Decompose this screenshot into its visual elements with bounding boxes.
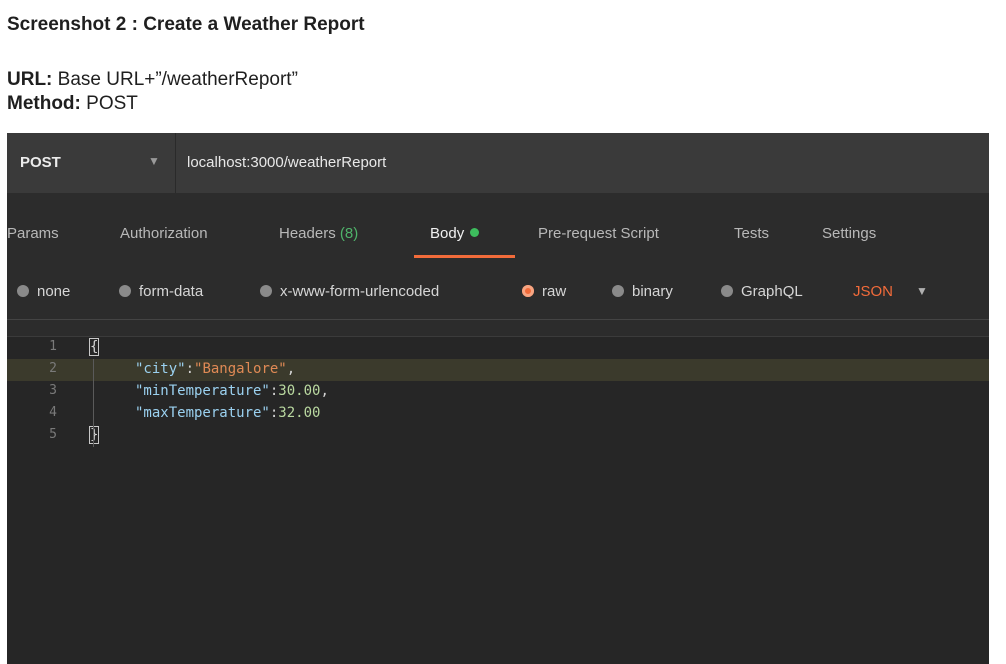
radio-none-label: none bbox=[37, 283, 71, 300]
line-number: 3 bbox=[49, 383, 57, 398]
json-number-value: 30.00 bbox=[278, 383, 321, 399]
tab-tests[interactable]: Tests bbox=[734, 225, 769, 242]
radio-binary[interactable]: binary bbox=[612, 283, 673, 300]
tab-headers[interactable]: Headers (8) bbox=[279, 225, 358, 242]
radio-raw[interactable]: raw bbox=[522, 283, 566, 300]
chevron-down-icon: ▼ bbox=[148, 154, 160, 168]
radio-icon bbox=[260, 285, 272, 297]
radio-binary-label: binary bbox=[632, 283, 673, 300]
editor-line: 4 "maxTemperature":32.00 bbox=[7, 403, 989, 425]
url-value: Base URL+”/weatherReport” bbox=[52, 69, 298, 90]
tab-body-label: Body bbox=[430, 225, 465, 242]
chevron-down-icon[interactable]: ▼ bbox=[916, 284, 928, 298]
radio-icon bbox=[17, 285, 29, 297]
url-key: URL: bbox=[7, 69, 53, 90]
editor-line: 5 } bbox=[7, 425, 989, 447]
line-number: 4 bbox=[49, 405, 57, 420]
json-key: "minTemperature" bbox=[135, 383, 270, 399]
method-select[interactable]: POST ▼ bbox=[7, 133, 176, 193]
tab-prerequest-script[interactable]: Pre-request Script bbox=[538, 225, 659, 242]
tab-body[interactable]: Body bbox=[430, 225, 480, 242]
radio-selected-icon bbox=[522, 285, 534, 297]
close-brace: } bbox=[88, 426, 100, 444]
json-string-value: "Bangalore" bbox=[194, 361, 287, 377]
radio-form-data-label: form-data bbox=[139, 283, 204, 300]
indent-guide bbox=[93, 359, 94, 447]
radio-form-data[interactable]: form-data bbox=[119, 283, 203, 300]
json-comma: , bbox=[320, 383, 329, 399]
radio-x-www-form-urlencoded[interactable]: x-www-form-urlencoded bbox=[260, 283, 439, 300]
request-url-bar: POST ▼ bbox=[7, 133, 989, 193]
tab-headers-label: Headers bbox=[279, 225, 336, 242]
radio-icon bbox=[612, 285, 624, 297]
line-number: 2 bbox=[49, 361, 57, 376]
tab-settings[interactable]: Settings bbox=[822, 225, 876, 242]
code-text: } bbox=[88, 426, 100, 444]
json-key: "maxTemperature" bbox=[135, 405, 270, 421]
json-key: "city" bbox=[135, 361, 186, 377]
editor-line-highlighted: 2 "city":"Bangalore", bbox=[7, 359, 989, 381]
tab-tests-label: Tests bbox=[734, 225, 770, 242]
open-brace: { bbox=[88, 338, 100, 356]
radio-urlencoded-label: x-www-form-urlencoded bbox=[280, 283, 440, 300]
tab-params-label: Params bbox=[7, 225, 59, 242]
postman-request-panel: POST ▼ Params Authorization Headers (8) … bbox=[7, 133, 989, 664]
code-text: "maxTemperature":32.00 bbox=[135, 405, 320, 421]
headers-count-badge: (8) bbox=[339, 225, 359, 242]
radio-graphql[interactable]: GraphQL bbox=[721, 283, 803, 300]
radio-none[interactable]: none bbox=[17, 283, 70, 300]
code-text: "minTemperature":30.00, bbox=[135, 383, 329, 399]
editor-line: 1 { bbox=[7, 337, 989, 359]
tab-authorization-label: Authorization bbox=[120, 225, 208, 242]
tab-settings-label: Settings bbox=[822, 225, 877, 242]
code-editor[interactable]: 1 { 2 "city":"Bangalore", 3 "minTemperat… bbox=[7, 337, 989, 664]
body-status-dot-icon bbox=[470, 228, 480, 237]
url-line: URL: Base URL+”/weatherReport” bbox=[7, 69, 298, 91]
request-tabs: Params Authorization Headers (8) Body Pr… bbox=[7, 193, 989, 265]
radio-icon bbox=[119, 285, 131, 297]
code-text: "city":"Bangalore", bbox=[135, 361, 295, 377]
line-number: 1 bbox=[49, 339, 57, 354]
json-colon: : bbox=[185, 361, 195, 377]
radio-raw-label: raw bbox=[542, 283, 567, 300]
url-input[interactable] bbox=[187, 148, 977, 176]
radio-icon bbox=[721, 285, 733, 297]
tab-authorization[interactable]: Authorization bbox=[120, 225, 208, 242]
json-comma: , bbox=[286, 361, 296, 377]
active-tab-underline bbox=[414, 255, 515, 258]
page-title: Screenshot 2 : Create a Weather Report bbox=[7, 14, 365, 35]
radio-graphql-label: GraphQL bbox=[741, 283, 803, 300]
code-text: { bbox=[88, 338, 100, 356]
line-number: 5 bbox=[49, 427, 57, 442]
method-key: Method: bbox=[7, 93, 81, 114]
method-value: POST bbox=[80, 93, 138, 114]
language-select[interactable]: JSON bbox=[853, 283, 893, 300]
body-type-options: none form-data x-www-form-urlencoded raw… bbox=[7, 265, 989, 320]
tab-prerequest-label: Pre-request Script bbox=[538, 225, 659, 242]
method-label: POST bbox=[20, 154, 61, 171]
tab-params[interactable]: Params bbox=[7, 225, 59, 242]
method-line: Method: POST bbox=[7, 93, 138, 115]
json-number-value: 32.00 bbox=[278, 405, 321, 421]
editor-line: 3 "minTemperature":30.00, bbox=[7, 381, 989, 403]
divider bbox=[7, 319, 989, 320]
